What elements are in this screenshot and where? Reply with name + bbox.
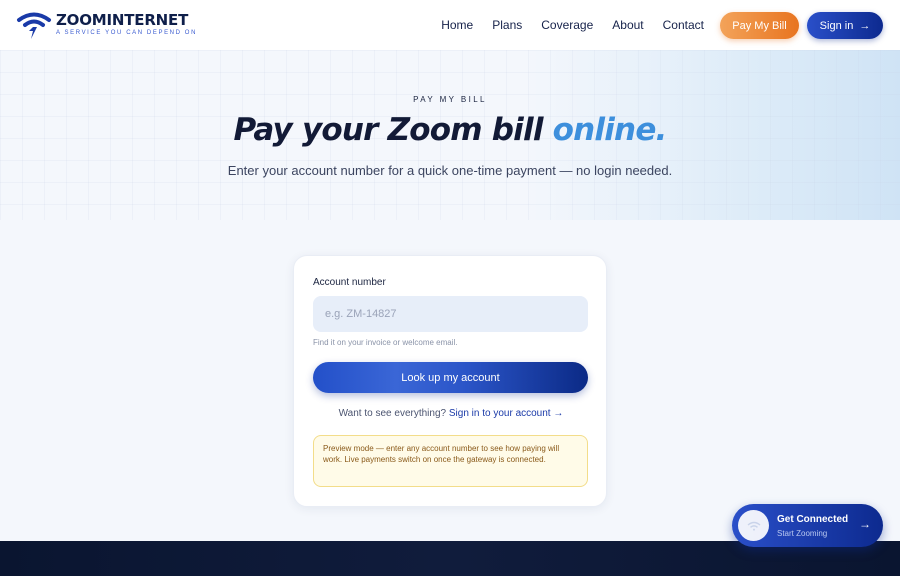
site-header: ZOOMINTERNET A SERVICE YOU CAN DEPEND ON… [0,0,900,50]
nav-contact[interactable]: Contact [663,18,704,32]
cta-subtitle: Start Zooming [777,529,828,538]
title-highlight: online. [552,112,668,148]
account-number-label: Account number [313,277,386,288]
logo-name: ZOOMINTERNET [56,11,189,29]
logo[interactable]: ZOOMINTERNET A SERVICE YOU CAN DEPEND ON [16,8,197,40]
cta-title: Get Connected [777,514,849,525]
nav-plans[interactable]: Plans [492,18,522,32]
nav-home[interactable]: Home [441,18,473,32]
account-number-input[interactable] [313,296,588,332]
hero-subtitle: Enter your account number for a quick on… [227,163,673,178]
arrow-right-icon: → [859,19,871,32]
page-title: Pay your Zoom bill online. [233,112,668,148]
nav-coverage[interactable]: Coverage [541,18,593,32]
look-up-account-button[interactable]: Look up my account [313,362,588,393]
hero-eyebrow: PAY MY BILL [413,95,487,104]
hero-section: PAY MY BILL Pay your Zoom bill online. E… [0,50,900,220]
wifi-icon [738,510,769,541]
signin-prompt: Want to see everything? Sign in to your … [338,408,564,419]
sign-in-label: Sign in [819,19,854,32]
lookup-card: Account number Find it on your invoice o… [293,255,607,507]
account-number-help: Find it on your invoice or welcome email… [313,338,458,347]
sign-in-button[interactable]: Sign in → [807,12,883,39]
wifi-logo-icon [17,12,51,39]
pay-my-bill-button[interactable]: Pay My Bill [720,12,799,39]
sign-in-account-link[interactable]: Sign in to your account → [449,408,564,419]
main-nav: Home Plans Coverage About Contact [441,0,704,50]
arrow-right-icon: → [859,517,871,531]
preview-notice: Preview mode — enter any account number … [313,435,588,487]
nav-about[interactable]: About [612,18,643,32]
logo-tagline: A SERVICE YOU CAN DEPEND ON [56,30,198,36]
get-connected-button[interactable]: Get Connected Start Zooming → [732,504,883,547]
